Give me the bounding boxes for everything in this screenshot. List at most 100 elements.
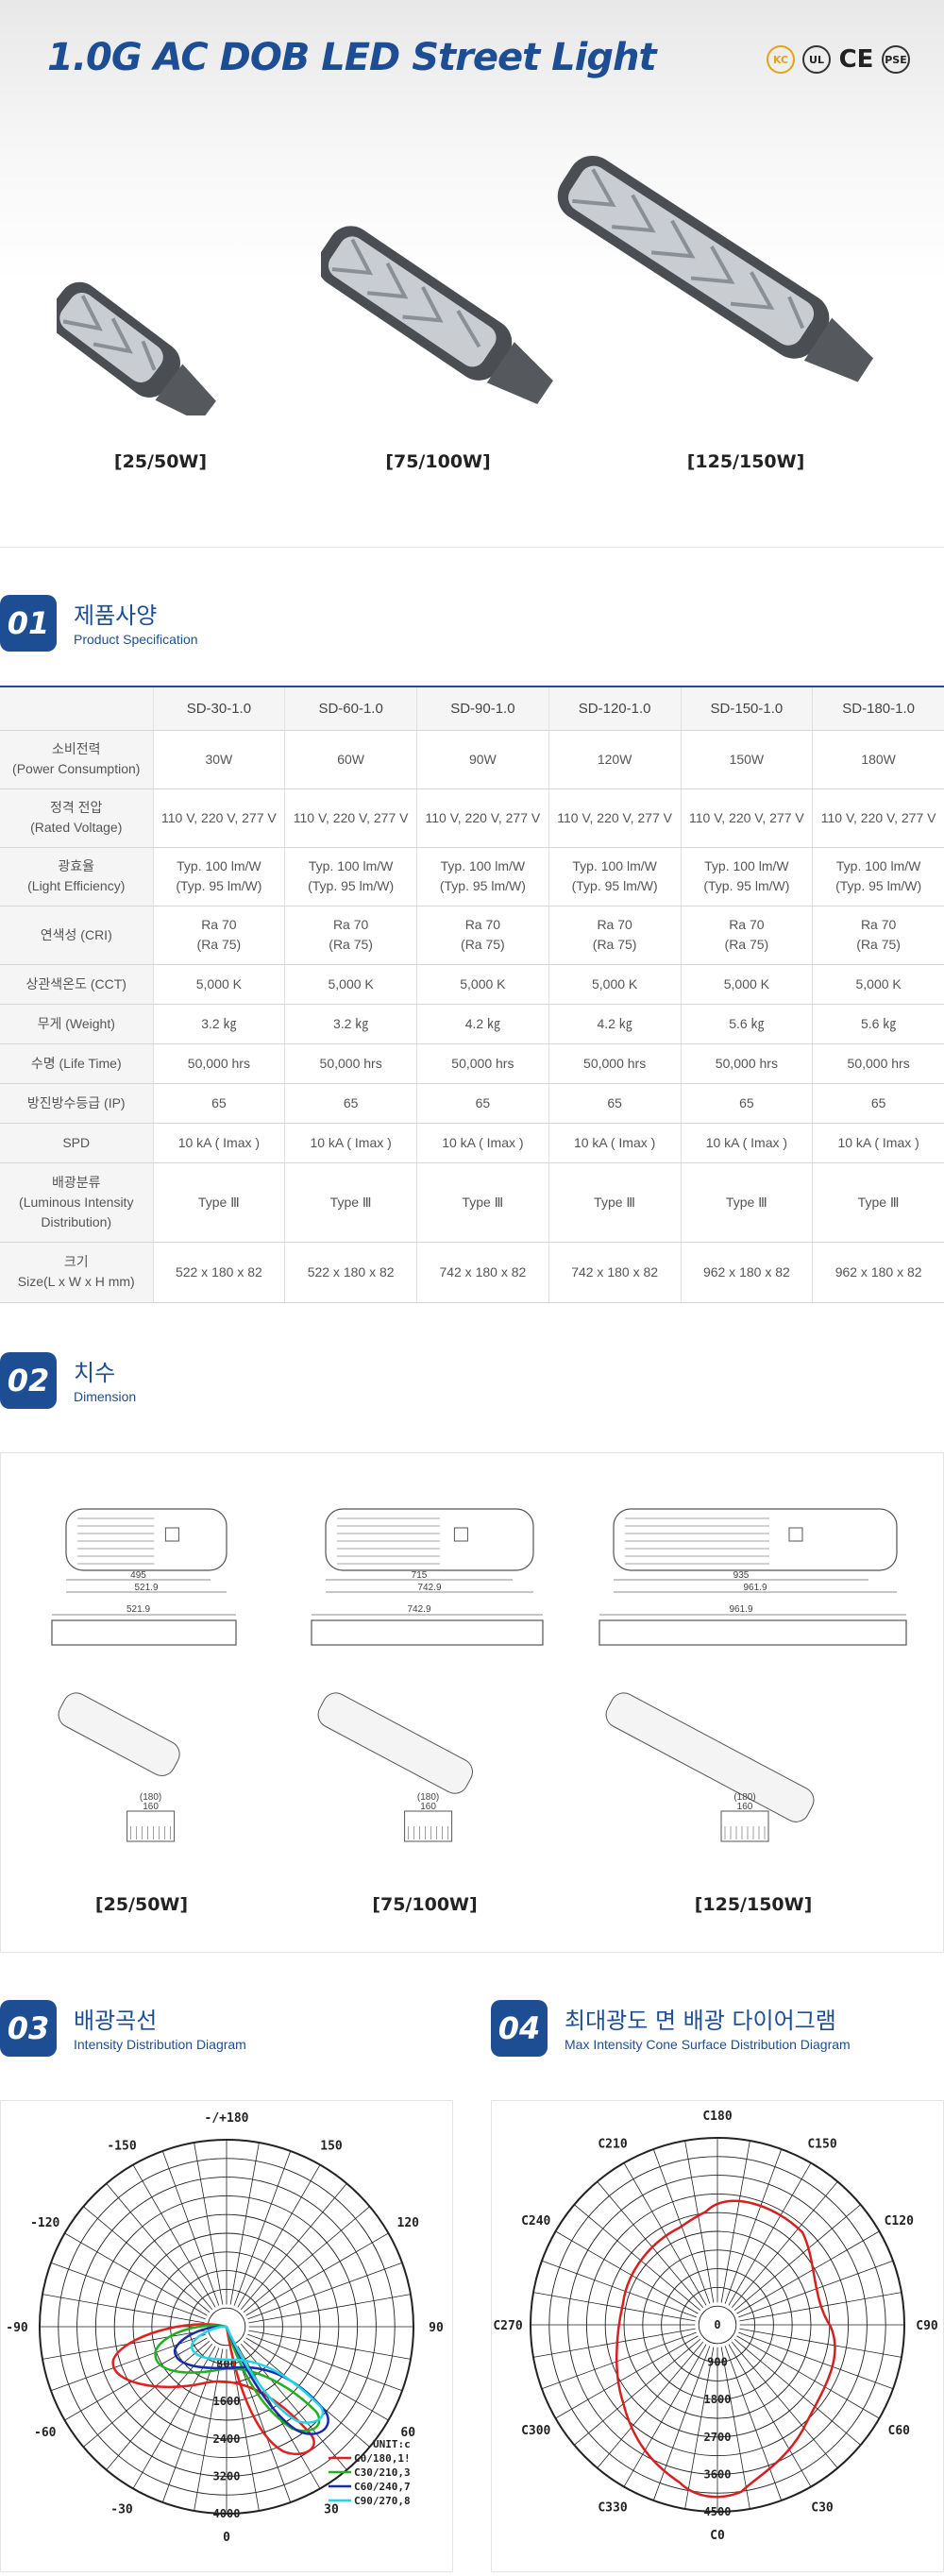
cell-line: Type Ⅲ	[329, 1194, 372, 1210]
table-header-row: SD-30-1.0 SD-60-1.0 SD-90-1.0 SD-120-1.0…	[0, 686, 944, 731]
cell-line: 65	[475, 1094, 491, 1110]
grid-spoke	[739, 2328, 902, 2358]
row-label-line: 방진방수등급 (IP)	[26, 1094, 126, 1110]
street-light-125-150w-image	[557, 155, 874, 382]
top-view-detail	[453, 1527, 468, 1541]
section-header-specification: 01 제품사양 Product Specification	[0, 548, 944, 686]
iso-view-body	[605, 1691, 815, 1822]
table-cell: 522 x 180 x 82	[284, 1242, 417, 1303]
row-label-line: (Power Consumption)	[12, 761, 141, 776]
cell-line: Typ. 100 lm/W	[835, 858, 921, 873]
table-header-blank	[0, 686, 153, 731]
top-inner-dimension-text: 935	[733, 1570, 750, 1581]
grid-spoke	[532, 2291, 696, 2321]
row-label-line: Size(L x W x H mm)	[17, 1274, 135, 1289]
product-label-75-100w: [75/100W]	[385, 451, 491, 472]
top-view-detail	[788, 1527, 803, 1541]
row-label-line: 무게 (Weight)	[37, 1015, 115, 1031]
table-cell: 742 x 180 x 82	[416, 1242, 549, 1303]
table-cell: 65	[416, 1083, 549, 1124]
front-inner-dimension-text: 160	[420, 1802, 436, 1812]
table-cell: 5,000 K	[812, 964, 944, 1005]
cell-line: Ra 70	[201, 917, 237, 932]
table-cell: Typ. 100 lm/W (Typ. 95 lm/W)	[416, 847, 549, 907]
front-view-outline	[720, 1810, 769, 1841]
cell-line: 180W	[861, 751, 896, 767]
table-cell: Type Ⅲ	[680, 1162, 813, 1243]
table-cell: 110 V, 220 V, 277 V	[416, 788, 549, 848]
angle-label: C120	[885, 2214, 914, 2229]
cell-line: 110 V, 220 V, 277 V	[161, 809, 277, 825]
section-header-dimension: 02 치수 Dimension	[0, 1303, 944, 1452]
cell-line: Ra 70	[597, 917, 632, 932]
table-cell: 65	[152, 1083, 285, 1124]
cell-line: 65	[607, 1094, 622, 1110]
cell-line: 120W	[597, 751, 632, 767]
grid-spoke	[720, 2346, 750, 2509]
table-cell: 962 x 180 x 82	[680, 1242, 813, 1303]
grid-spoke	[652, 2345, 711, 2500]
grid-spoke	[233, 2150, 292, 2306]
table-cell: Typ. 100 lm/W (Typ. 95 lm/W)	[812, 847, 944, 907]
table-cell: 5,000 K	[416, 964, 549, 1005]
product-label-125-150w: [125/150W]	[686, 451, 805, 472]
section-number-badge-04: 04	[491, 1999, 548, 2057]
cell-line: 110 V, 220 V, 277 V	[293, 809, 409, 825]
front-view-outline	[126, 1810, 176, 1841]
grid-spoke	[240, 2182, 347, 2310]
cell-line: 3.2 ㎏	[332, 1015, 369, 1031]
radial-label: 1800	[704, 2393, 732, 2406]
table-row: 정격 전압 (Rated Voltage) 110 V, 220 V, 277 V 1…	[0, 788, 944, 848]
angle-label: -90	[6, 2321, 28, 2335]
section-title-english-03: Intensity Distribution Diagram	[74, 2036, 246, 2052]
table-cell: 110 V, 220 V, 277 V	[284, 788, 417, 848]
legend-label: C60/240,7	[354, 2481, 411, 2493]
angle-label: C150	[807, 2137, 836, 2151]
legend-label: C30/210,3	[354, 2466, 411, 2479]
row-label-line: 소비전력	[51, 741, 101, 756]
top-outer-dimension-text: 521.9	[134, 1583, 158, 1593]
row-label-line: 연색성 (CRI)	[40, 926, 112, 942]
cell-line: Ra 70	[860, 917, 897, 932]
angle-label: -60	[34, 2426, 57, 2440]
table-cell: 110 V, 220 V, 277 V	[152, 788, 285, 848]
row-label: SPD	[0, 1123, 153, 1163]
grid-spoke	[720, 2140, 750, 2303]
row-label-line: 크기	[63, 1254, 89, 1269]
cell-line: (Ra 75)	[724, 937, 769, 952]
cell-line: 522 x 180 x 82	[175, 1263, 262, 1280]
angle-label: -120	[30, 2216, 59, 2230]
table-cell: 65	[680, 1083, 813, 1124]
front-view-outline	[404, 1810, 453, 1841]
grid-spoke	[247, 2262, 403, 2319]
cell-line: (Typ. 95 lm/W)	[176, 878, 262, 893]
cell-line: 522 x 180 x 82	[307, 1263, 395, 1280]
table-cell: 50,000 hrs	[416, 1043, 549, 1084]
table-cell: 10 kA ( Imax )	[284, 1123, 417, 1163]
section-header-distribution: 03 배광곡선 Intensity Distribution Diagram 0…	[0, 1953, 944, 2100]
grid-spoke	[161, 2150, 220, 2306]
cell-line: (Typ. 95 lm/W)	[308, 878, 395, 893]
cell-line: 5,000 K	[328, 975, 374, 991]
table-row: 크기 Size(L x W x H mm) 522 x 180 x 82 522 x …	[0, 1242, 944, 1303]
cell-line: (Typ. 95 lm/W)	[571, 878, 658, 893]
hero-banner: 1.0G AC DOB LED Street Light KC UL CE PS…	[0, 0, 944, 548]
table-row: 방진방수등급 (IP) 65 65 65 65 65 65	[0, 1083, 944, 1124]
table-row: 무게 (Weight) 3.2 ㎏ 3.2 ㎏ 4.2 ㎏ 4.2 ㎏ 5.6 ㎏ 5.6 …	[0, 1004, 944, 1044]
table-cell: 150W	[680, 730, 813, 789]
section-number-badge-03: 03	[0, 1999, 57, 2057]
grid-spoke	[83, 2340, 211, 2448]
grid-spoke	[247, 2333, 403, 2391]
row-label-line: 배광분류	[51, 1174, 101, 1190]
grid-spoke	[194, 2142, 224, 2305]
table-header-model: SD-120-1.0	[548, 686, 681, 731]
row-label-line: 정격 전압	[50, 800, 103, 815]
table-cell: Ra 70 (Ra 75)	[812, 906, 944, 965]
table-cell: 50,000 hrs	[680, 1043, 813, 1084]
cell-line: (Ra 75)	[196, 937, 242, 952]
table-cell: 110 V, 220 V, 277 V	[680, 788, 813, 848]
table-cell: 110 V, 220 V, 277 V	[812, 788, 944, 848]
legend-label: C90/270,8	[354, 2495, 411, 2507]
cell-line: (Ra 75)	[461, 937, 505, 952]
cell-line: 5.6 ㎏	[729, 1015, 765, 1031]
